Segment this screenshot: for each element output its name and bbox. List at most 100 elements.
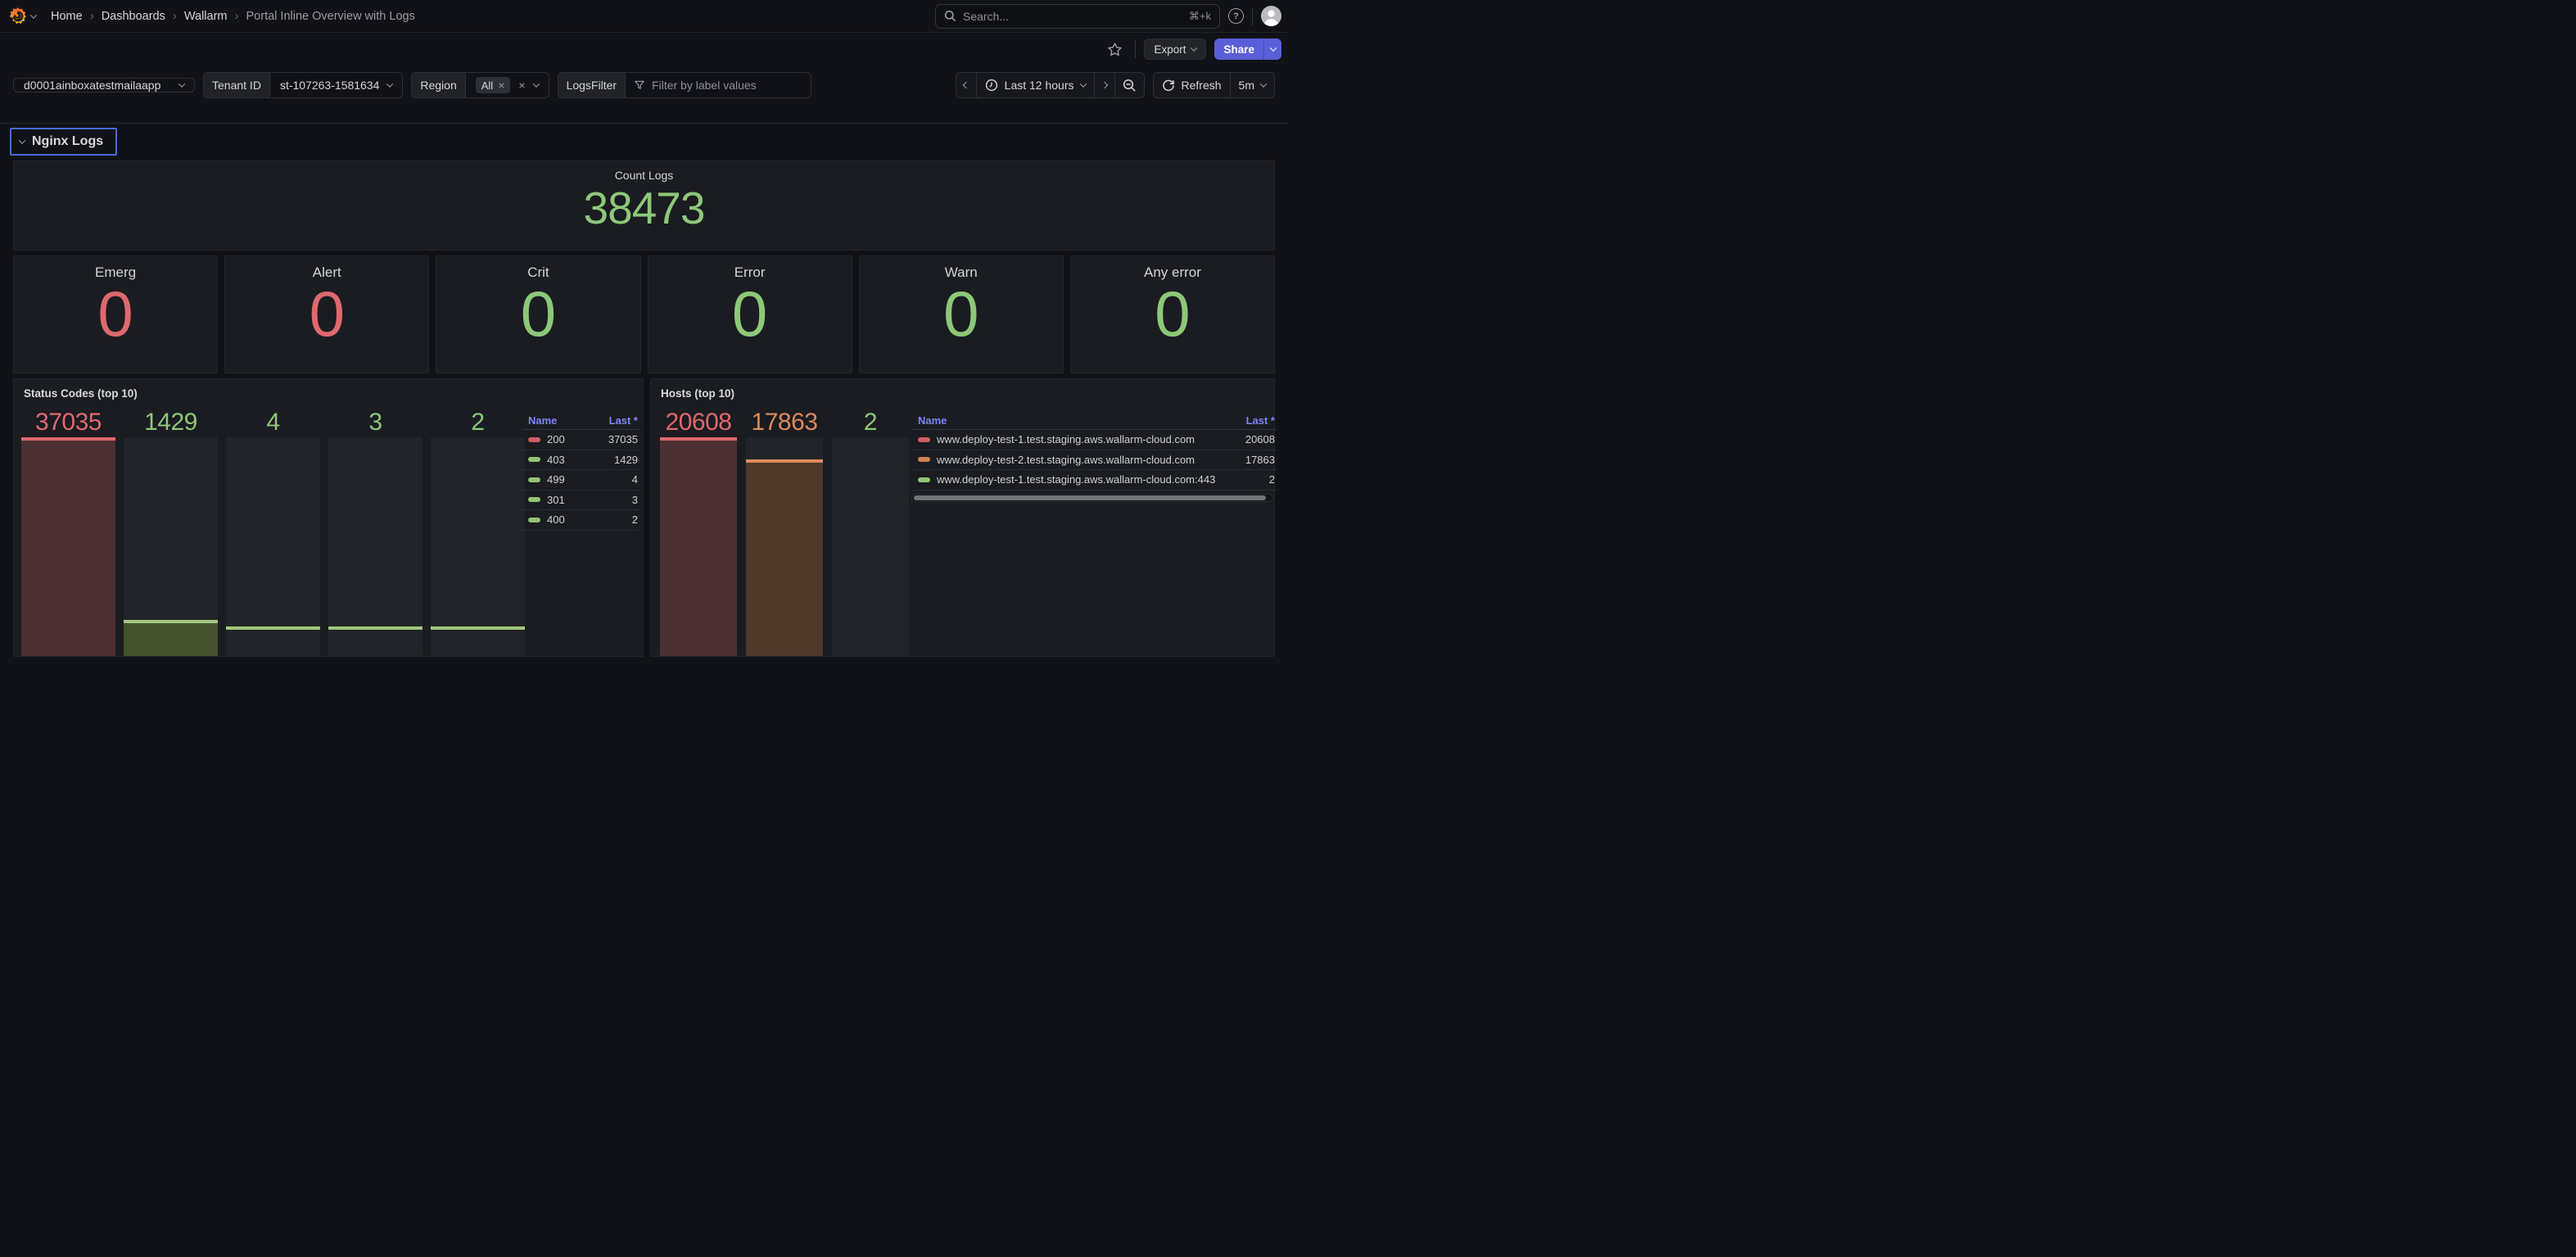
funnel-filter-icon: [634, 79, 645, 91]
count-logs-value: 38473: [14, 182, 1274, 235]
table-row[interactable]: 403 1429: [522, 450, 639, 471]
time-range-picker[interactable]: Last 12 hours: [977, 73, 1095, 97]
panel-hosts[interactable]: Hosts (top 10) 20608 17863 2 Name Last *…: [650, 378, 1275, 657]
breadcrumb-home[interactable]: Home: [51, 10, 83, 23]
breadcrumb-current: Portal Inline Overview with Logs: [246, 10, 415, 23]
horizontal-scrollbar[interactable]: [911, 494, 1273, 502]
time-range-label: Last 12 hours: [1005, 79, 1074, 92]
table-header-last[interactable]: Last *: [1246, 414, 1275, 427]
breadcrumb-dashboards[interactable]: Dashboards: [102, 10, 165, 23]
bar-value: 2: [431, 409, 525, 436]
help-icon[interactable]: ?: [1228, 8, 1244, 24]
table-row[interactable]: 301 3: [522, 491, 639, 511]
time-shift-back-button[interactable]: [956, 73, 977, 97]
favorite-star-icon[interactable]: [1102, 38, 1127, 60]
row-chevron-down-icon: [19, 137, 25, 143]
region-label: Region: [411, 72, 464, 98]
refresh-interval-dropdown[interactable]: 5m: [1231, 73, 1274, 97]
series-color-pill: [528, 518, 540, 522]
panel-stat-error[interactable]: Error 0: [648, 255, 852, 373]
panel-stat-alert[interactable]: Alert 0: [224, 255, 429, 373]
table-header-name[interactable]: Name: [918, 414, 1240, 427]
bar-gauge-host-3: [832, 437, 909, 656]
series-color-pill: [918, 477, 930, 482]
series-name: 400: [547, 513, 565, 526]
refresh-controls: Refresh 5m: [1153, 72, 1275, 98]
series-color-pill: [528, 477, 540, 482]
stat-value: 0: [436, 281, 639, 347]
dashboard-toolbar: Export Share: [0, 34, 1288, 65]
series-color-pill: [528, 437, 540, 442]
export-button[interactable]: Export: [1144, 38, 1206, 60]
time-range-chevron-down-icon: [1079, 80, 1086, 87]
panel-stat-warn[interactable]: Warn 0: [859, 255, 1064, 373]
share-button[interactable]: Share: [1214, 38, 1263, 60]
region-chip-close-icon[interactable]: ×: [498, 79, 504, 91]
series-last-value: 3: [632, 494, 638, 506]
table-row[interactable]: www.deploy-test-1.test.staging.aws.walla…: [911, 470, 1277, 491]
panel-status-codes[interactable]: Status Codes (top 10) 37035 1429 4 3 2 N…: [13, 378, 644, 657]
series-color-pill: [528, 457, 540, 462]
bar-value: 3: [328, 409, 423, 436]
chevron-left-icon: [962, 82, 969, 88]
breadcrumb-wallarm[interactable]: Wallarm: [184, 10, 228, 23]
logsfilter-variable: LogsFilter: [558, 72, 811, 98]
table-row[interactable]: www.deploy-test-1.test.staging.aws.walla…: [911, 430, 1277, 450]
series-last-value: 17863: [1245, 454, 1275, 466]
series-last-value: 37035: [608, 433, 638, 445]
scrollbar-thumb[interactable]: [914, 495, 1266, 500]
table-row[interactable]: www.deploy-test-2.test.staging.aws.walla…: [911, 450, 1277, 471]
region-clear-icon[interactable]: ×: [518, 79, 525, 91]
top-nav: Home › Dashboards › Wallarm › Portal Inl…: [0, 0, 1288, 33]
export-chevron-down-icon: [1191, 44, 1197, 51]
row-toggle-nginx-logs[interactable]: Nginx Logs: [10, 128, 117, 156]
table-row[interactable]: 200 37035: [522, 430, 639, 450]
region-dropdown[interactable]: All × ×: [465, 72, 549, 98]
table-row[interactable]: 400 2: [522, 510, 639, 531]
table-header-row: Name Last *: [522, 412, 639, 430]
refresh-label: Refresh: [1182, 79, 1222, 92]
refresh-chevron-down-icon: [1260, 80, 1267, 87]
search-icon: [944, 10, 956, 22]
avatar[interactable]: [1261, 6, 1281, 26]
panel-stat-emerg[interactable]: Emerg 0: [13, 255, 218, 373]
logsfilter-input[interactable]: [652, 79, 802, 92]
panel-stat-crit[interactable]: Crit 0: [436, 255, 640, 373]
refresh-button[interactable]: Refresh: [1154, 73, 1231, 97]
series-name: www.deploy-test-1.test.staging.aws.walla…: [937, 473, 1215, 486]
bar-gauge-499: [226, 437, 320, 656]
series-name: 403: [547, 454, 565, 466]
search-input[interactable]: [963, 10, 1182, 23]
nav-divider: [1252, 7, 1253, 25]
share-menu-button[interactable]: [1263, 38, 1281, 60]
stat-value: 0: [14, 281, 217, 347]
search-box[interactable]: ⌘+k: [935, 4, 1220, 29]
stat-value: 0: [649, 281, 852, 347]
panel-stat-any-error[interactable]: Any error 0: [1070, 255, 1275, 373]
org-switcher[interactable]: [8, 7, 36, 26]
datasource-dropdown[interactable]: d0001ainboxatestmailaapp: [13, 78, 195, 93]
series-last-value: 2: [1269, 473, 1275, 486]
series-color-pill: [918, 437, 930, 442]
table-header-name[interactable]: Name: [528, 414, 603, 427]
region-chip-label: All: [481, 79, 493, 92]
series-last-value: 2: [632, 513, 638, 526]
stat-value: 0: [860, 281, 1063, 347]
tenant-label: Tenant ID: [203, 72, 269, 98]
panel-count-logs[interactable]: Count Logs 38473: [13, 161, 1275, 251]
breadcrumb-separator: ›: [90, 9, 94, 23]
region-chip[interactable]: All ×: [476, 77, 511, 93]
table-header-last[interactable]: Last *: [609, 414, 638, 427]
org-chevron-down-icon: [30, 11, 37, 18]
tenant-chevron-down-icon: [386, 80, 393, 87]
bar-gauge-301: [328, 437, 423, 656]
time-shift-forward-button[interactable]: [1095, 73, 1115, 97]
series-color-pill: [528, 497, 540, 502]
table-header-row: Name Last *: [911, 412, 1277, 430]
bar-value: 37035: [21, 409, 115, 436]
tenant-dropdown[interactable]: st-107263-1581634: [269, 72, 403, 98]
logsfilter-input-box[interactable]: [625, 72, 811, 98]
table-row[interactable]: 499 4: [522, 470, 639, 491]
series-name: www.deploy-test-1.test.staging.aws.walla…: [937, 433, 1195, 445]
time-zoom-out-button[interactable]: [1115, 73, 1144, 97]
